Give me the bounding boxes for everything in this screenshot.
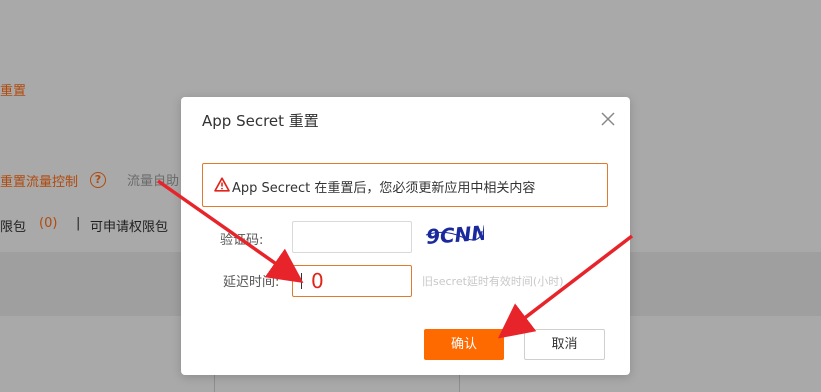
traffic-auto-link[interactable]: 流量自助 [127,170,179,189]
reset-secret-dialog: App Secret 重置 App Secrect 在重置后，您必须更新应用中相… [181,97,630,375]
dialog-title: App Secret 重置 [202,112,319,130]
separator: | [76,216,81,231]
reset-link[interactable]: 重置 [0,80,26,99]
captcha-input[interactable] [292,221,412,253]
limit-pack-count: (0) [39,216,58,231]
warning-alert: App Secrect 在重置后，您必须更新应用中相关内容 [202,163,608,207]
captcha-label: 验证码: [220,233,264,248]
delay-time-value: 0 [311,269,324,293]
delay-time-input[interactable]: 0 [292,265,412,297]
confirm-button[interactable]: 确认 [424,329,504,360]
text-caret [301,273,302,289]
captcha-image[interactable]: 9CNN [424,219,484,249]
reset-traffic-control-link[interactable]: 重置流量控制 [0,171,78,190]
warning-icon [214,177,230,192]
alert-message: App Secrect 在重置后，您必须更新应用中相关内容 [232,181,536,196]
limit-pack-label: 限包 [0,220,27,235]
close-icon[interactable] [600,111,616,127]
apply-limit-link[interactable]: 可申请权限包 [90,216,168,235]
delay-time-hint: 旧secret延时有效时间(小时) [422,275,564,288]
delay-time-label: 延迟时间: [223,275,280,290]
help-icon[interactable]: ? [90,172,106,188]
cancel-button[interactable]: 取消 [524,329,605,360]
